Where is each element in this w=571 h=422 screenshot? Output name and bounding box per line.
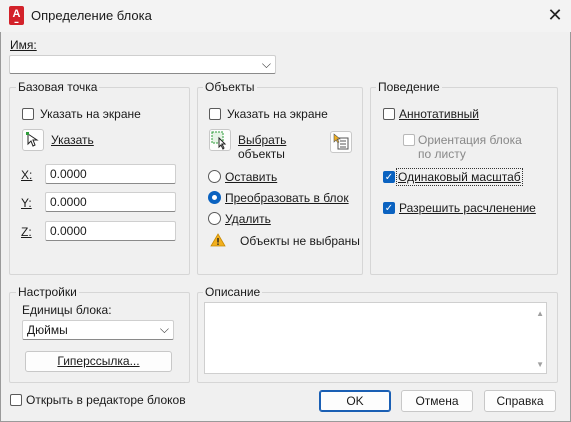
select-objects-label-2[interactable]: объекты [238, 147, 285, 161]
name-combobox[interactable]: ⌵ [9, 55, 276, 74]
block-units-dropdown[interactable]: Дюймы ⌵ [22, 320, 174, 340]
ok-button[interactable]: OK [319, 390, 391, 412]
annotative-checkbox[interactable] [383, 108, 395, 120]
base-specify-on-screen-checkbox[interactable] [22, 108, 34, 120]
z-label: Z: [21, 225, 32, 239]
open-in-block-editor-label: Открыть в редакторе блоков [26, 393, 186, 407]
select-objects-button[interactable] [209, 129, 231, 151]
no-objects-warning: Объекты не выбраны [240, 234, 360, 248]
block-units-label: Единицы блока: [22, 303, 112, 317]
z-input[interactable]: 0.0000 [45, 221, 176, 241]
pick-point-button[interactable] [22, 129, 44, 151]
cancel-button[interactable]: Отмена [401, 390, 473, 412]
settings-group-label: Настройки [16, 285, 79, 299]
retain-radio[interactable] [208, 170, 221, 183]
scroll-up-icon[interactable]: ▲ [536, 309, 544, 318]
help-button[interactable]: Справка [484, 390, 556, 412]
close-icon[interactable]: ✕ [546, 6, 564, 24]
retain-label: Оставить [225, 170, 278, 184]
base-point-group-label: Базовая точка [16, 80, 100, 94]
uniform-scale-label: Одинаковый масштаб [396, 168, 523, 186]
behavior-group-label: Поведение [376, 80, 442, 94]
hyperlink-button-label: Гиперссылка... [57, 354, 140, 368]
annotative-label: Аннотативный [399, 107, 479, 121]
autocad-logo-icon: A ▬ [9, 6, 24, 25]
convert-to-block-label: Преобразовать в блок [225, 191, 349, 205]
objects-group-label: Объекты [203, 80, 257, 94]
description-group-label: Описание [203, 285, 263, 299]
select-objects-icon [211, 131, 227, 150]
uniform-scale-checkbox[interactable]: ✓ [383, 171, 395, 183]
scroll-down-icon[interactable]: ▼ [536, 360, 544, 369]
quick-select-button[interactable] [330, 131, 352, 153]
chevron-down-icon: ⌵ [159, 322, 169, 336]
quick-select-icon [333, 133, 349, 150]
objects-specify-on-screen-checkbox[interactable] [209, 108, 221, 120]
allow-explode-label: Разрешить расчленение [399, 201, 536, 215]
delete-radio[interactable] [208, 212, 221, 225]
allow-explode-checkbox[interactable]: ✓ [383, 202, 395, 214]
orient-to-layout-label-2: по листу [418, 147, 466, 161]
chevron-down-icon: ⌵ [261, 57, 271, 71]
base-specify-on-screen-label: Указать на экране [40, 107, 141, 121]
pick-point-label[interactable]: Указать [51, 133, 94, 147]
block-units-value: Дюймы [27, 323, 68, 337]
open-in-block-editor-checkbox[interactable] [10, 394, 22, 406]
orient-to-layout-label-1: Ориентация блока [418, 133, 522, 147]
name-label: Имя: [10, 38, 37, 52]
warning-icon [210, 233, 226, 247]
x-input[interactable]: 0.0000 [45, 164, 176, 184]
select-objects-label-1[interactable]: Выбрать [238, 133, 286, 147]
dialog-title: Определение блока [31, 8, 152, 23]
orient-to-layout-checkbox[interactable] [403, 134, 415, 146]
title-bar: A ▬ Определение блока ✕ [0, 0, 571, 32]
objects-specify-on-screen-label: Указать на экране [227, 107, 328, 121]
hyperlink-button[interactable]: Гиперссылка... [25, 351, 172, 372]
pick-point-icon [26, 132, 39, 147]
delete-label: Удалить [225, 212, 271, 226]
convert-to-block-radio[interactable] [208, 191, 221, 204]
x-label: X: [21, 168, 33, 182]
description-textarea[interactable]: ▲ ▼ [204, 302, 547, 374]
y-input[interactable]: 0.0000 [45, 192, 176, 212]
y-label: Y: [21, 196, 32, 210]
